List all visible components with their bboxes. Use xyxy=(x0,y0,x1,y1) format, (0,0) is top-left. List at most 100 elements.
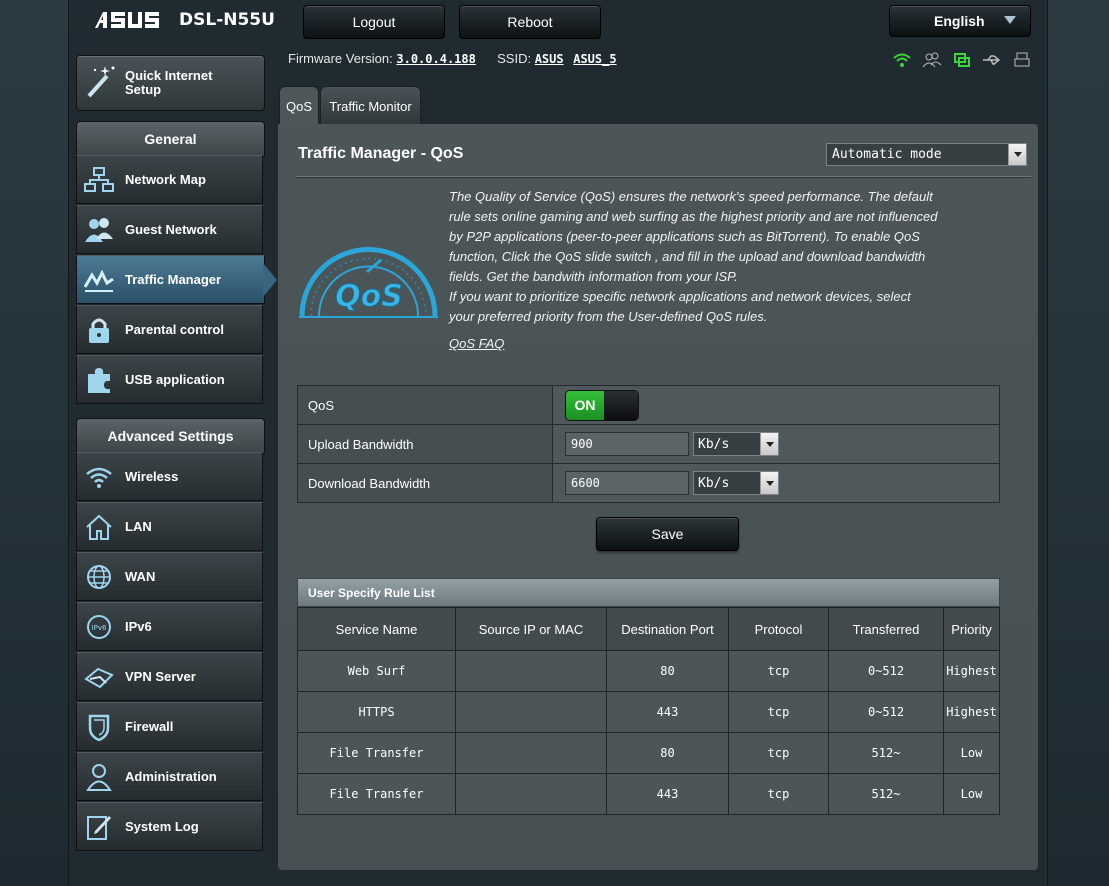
sidebar-item-label: VPN Server xyxy=(125,669,196,684)
column-header: Protocol xyxy=(728,607,829,651)
sidebar-item-lan[interactable]: LAN xyxy=(76,502,263,551)
column-header: Source IP or MAC xyxy=(455,607,607,651)
qos-description: The Quality of Service (QoS) ensures the… xyxy=(449,187,949,327)
transferred-cell: 0~512 xyxy=(828,691,944,733)
internet-status-icon[interactable] xyxy=(951,50,973,70)
puzzle-icon xyxy=(83,364,115,396)
sidebar-item-label: System Log xyxy=(125,819,199,834)
port-cell: 80 xyxy=(606,650,729,692)
wifi-status-icon[interactable] xyxy=(891,50,913,70)
table-row[interactable]: File Transfer 80 tcp 512~ Low xyxy=(297,732,1000,774)
description-line: fields. Get the bandwith information fro… xyxy=(449,269,738,284)
svg-text:QoS: QoS xyxy=(335,279,403,314)
sidebar-item-vpn-server[interactable]: VPN Server xyxy=(76,652,263,701)
description-line: The Quality of Service (QoS) ensures the… xyxy=(449,189,933,204)
sidebar-item-parental-control[interactable]: Parental control xyxy=(76,305,263,354)
source-cell xyxy=(455,773,607,815)
language-select[interactable]: English xyxy=(889,5,1031,37)
chevron-down-icon xyxy=(760,433,778,455)
sidebar-item-guest-network[interactable]: Guest Network xyxy=(76,205,263,254)
download-bandwidth-label: Download Bandwidth xyxy=(297,463,553,503)
firmware-version-link[interactable]: 3.0.0.4.188 xyxy=(396,52,475,66)
port-cell: 443 xyxy=(606,691,729,733)
qos-mode-select[interactable]: Automatic mode xyxy=(826,143,1027,166)
sidebar-item-wan[interactable]: WAN xyxy=(76,552,263,601)
reboot-button[interactable]: Reboot xyxy=(459,5,601,39)
service-name-cell: File Transfer xyxy=(297,773,456,815)
brand: DSL-N55U xyxy=(93,10,275,30)
sidebar-item-traffic-manager[interactable]: Traffic Manager xyxy=(76,255,265,304)
qos-toggle[interactable]: ON xyxy=(565,389,639,421)
sidebar-item-firewall[interactable]: Firewall xyxy=(76,702,263,751)
source-cell xyxy=(455,650,607,692)
sidebar-item-ipv6[interactable]: IPv6 IPv6 xyxy=(76,602,263,651)
sidebar-item-wireless[interactable]: Wireless xyxy=(76,452,263,501)
service-name-cell: Web Surf xyxy=(297,650,456,692)
sidebar-item-label: LAN xyxy=(125,519,152,534)
magic-wand-icon xyxy=(85,64,117,103)
user-admin-icon xyxy=(83,761,115,793)
protocol-cell: tcp xyxy=(728,773,829,815)
description-line: your preferred priority from the User-de… xyxy=(449,309,768,324)
port-cell: 443 xyxy=(606,773,729,815)
description-line: rule sets online gaming and web surfing … xyxy=(449,209,938,224)
chevron-down-icon xyxy=(1004,16,1016,24)
sidebar-item-label: Wireless xyxy=(125,469,179,484)
save-button[interactable]: Save xyxy=(596,517,739,551)
table-row[interactable]: File Transfer 443 tcp 512~ Low xyxy=(297,773,1000,815)
qos-faq-link[interactable]: QoS FAQ xyxy=(449,336,504,351)
qos-mode-value: Automatic mode xyxy=(832,147,942,162)
column-header: Transferred xyxy=(828,607,944,651)
status-icons xyxy=(891,50,1033,70)
model-name: DSL-N55U xyxy=(179,10,275,30)
description-line: If you want to prioritize specific netwo… xyxy=(449,289,911,304)
sidebar-item-label: Traffic Manager xyxy=(125,272,222,287)
printer-icon[interactable] xyxy=(1011,50,1033,70)
firmware-label: Firmware Version: xyxy=(288,51,393,66)
usb-icon[interactable] xyxy=(981,50,1003,70)
protocol-cell: tcp xyxy=(728,691,829,733)
service-name-cell: HTTPS xyxy=(297,691,456,733)
sidebar-item-system-log[interactable]: System Log xyxy=(76,802,263,851)
table-row[interactable]: HTTPS 443 tcp 0~512 Highest xyxy=(297,691,1000,733)
tab-qos[interactable]: QoS xyxy=(279,86,319,126)
sidebar-item-label: IPv6 xyxy=(125,619,152,634)
qos-toggle-cell: ON xyxy=(552,385,1000,425)
qos-label: QoS xyxy=(297,385,553,425)
home-icon xyxy=(83,511,115,543)
ssid-link-1[interactable]: ASUS xyxy=(535,52,564,66)
sidebar-item-network-map[interactable]: Network Map xyxy=(76,155,263,204)
vpn-icon xyxy=(83,661,115,693)
general-section-title: General xyxy=(76,121,265,157)
protocol-cell: tcp xyxy=(728,650,829,692)
quick-internet-setup-button[interactable]: Quick Internet Setup xyxy=(76,55,265,111)
upload-row: Upload Bandwidth 900 Kb/s xyxy=(297,424,1000,464)
toggle-knob xyxy=(604,390,638,420)
network-map-icon xyxy=(83,164,115,196)
upload-unit-select[interactable]: Kb/s xyxy=(693,432,779,456)
download-bandwidth-input[interactable]: 6600 xyxy=(565,471,689,495)
sidebar-item-label: Parental control xyxy=(125,322,224,337)
download-unit-select[interactable]: Kb/s xyxy=(693,471,779,495)
table-row[interactable]: Web Surf 80 tcp 0~512 Highest xyxy=(297,650,1000,692)
sidebar-item-usb-application[interactable]: USB application xyxy=(76,355,263,404)
logout-button[interactable]: Logout xyxy=(303,5,445,39)
divider xyxy=(295,176,1031,178)
sidebar-item-label: Administration xyxy=(125,769,217,784)
qos-toggle-state: ON xyxy=(566,390,604,420)
priority-cell: Highest xyxy=(943,691,1000,733)
advanced-section-title: Advanced Settings xyxy=(76,418,265,454)
clients-icon[interactable] xyxy=(921,50,943,70)
ssid-link-2[interactable]: ASUS_5 xyxy=(573,52,616,66)
tab-traffic-monitor[interactable]: Traffic Monitor xyxy=(320,86,421,125)
qos-speedometer-icon: QoS xyxy=(299,247,438,318)
transferred-cell: 512~ xyxy=(828,773,944,815)
sidebar-item-administration[interactable]: Administration xyxy=(76,752,263,801)
active-indicator xyxy=(263,263,277,297)
rule-list-title: User Specify Rule List xyxy=(297,578,1000,607)
column-header: Priority xyxy=(943,607,1000,651)
column-header: Service Name xyxy=(297,607,456,651)
upload-bandwidth-input[interactable]: 900 xyxy=(565,432,689,456)
chevron-down-icon xyxy=(1008,144,1026,165)
qis-label-line1: Quick Internet xyxy=(125,68,213,83)
